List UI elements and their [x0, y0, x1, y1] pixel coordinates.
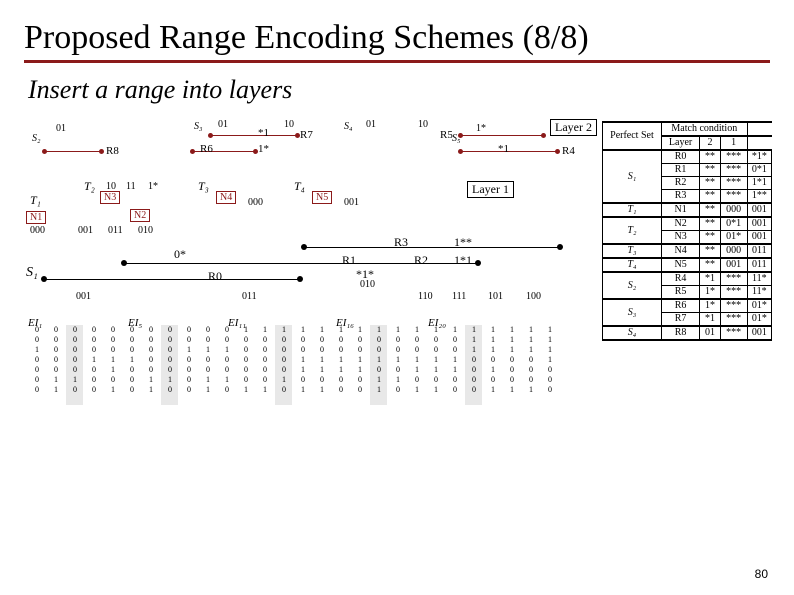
n3: N3 [100, 191, 120, 204]
n1: N1 [26, 211, 46, 224]
layer2-label: Layer 2 [550, 119, 597, 136]
r6-code: 1* [258, 143, 269, 155]
r7-code: *1 [258, 127, 269, 139]
r8-label: R8 [106, 145, 119, 157]
r3-code: 1** [454, 235, 472, 250]
r6-label: R6 [200, 143, 213, 155]
r7-line [210, 135, 298, 136]
r5-line [460, 135, 544, 136]
r0-code: 0* [174, 247, 186, 262]
r3-line [304, 247, 560, 248]
n2: N2 [130, 209, 150, 222]
t1: T₁ [30, 193, 41, 208]
th-layer: Layer [661, 136, 699, 150]
r1-label: R1 [342, 253, 356, 268]
s4-label: S₄ [344, 121, 352, 132]
r4-label: R4 [562, 145, 575, 157]
r8-line [44, 151, 102, 152]
diagram: // inserted later via JS Layer 2 S₂ 01 R… [22, 121, 772, 451]
r4-line [460, 151, 558, 152]
layer1-label: Layer 1 [467, 181, 514, 198]
t3: T₃ [198, 179, 209, 194]
match-table: Perfect SetMatch condition Layer21 S₁R0*… [602, 121, 772, 341]
r0-label: R0 [208, 269, 222, 284]
slide-title: Proposed Range Encoding Schemes (8/8) [24, 18, 770, 58]
s3-label: S₃ [194, 121, 202, 132]
bit-matrix: EI₁ EI₅ EI₁₁ EI₁₆ EI₂₀ 00100000000011000… [22, 319, 562, 425]
r2-code: 1*1 [454, 253, 472, 268]
s2-label: S₂ [30, 133, 42, 144]
r3-label: R3 [394, 235, 408, 250]
t2: T₂ [84, 179, 95, 194]
r2-label: R2 [414, 253, 428, 268]
n4: N4 [216, 191, 236, 204]
r0-line [44, 279, 300, 280]
s1-label: S₁ [26, 265, 38, 281]
r5-label: R5 [440, 129, 453, 141]
th-perfectset: Perfect Set [603, 122, 662, 150]
subtitle: Insert a range into layers [0, 71, 794, 113]
r4-code: *1 [498, 143, 509, 155]
th-matchcond: Match condition [661, 122, 747, 136]
page-number: 80 [755, 567, 768, 581]
n5: N5 [312, 191, 332, 204]
t4: T₄ [294, 179, 305, 194]
s2-code: 01 [56, 123, 66, 134]
r7-label: R7 [300, 129, 313, 141]
title-rule [24, 60, 770, 63]
